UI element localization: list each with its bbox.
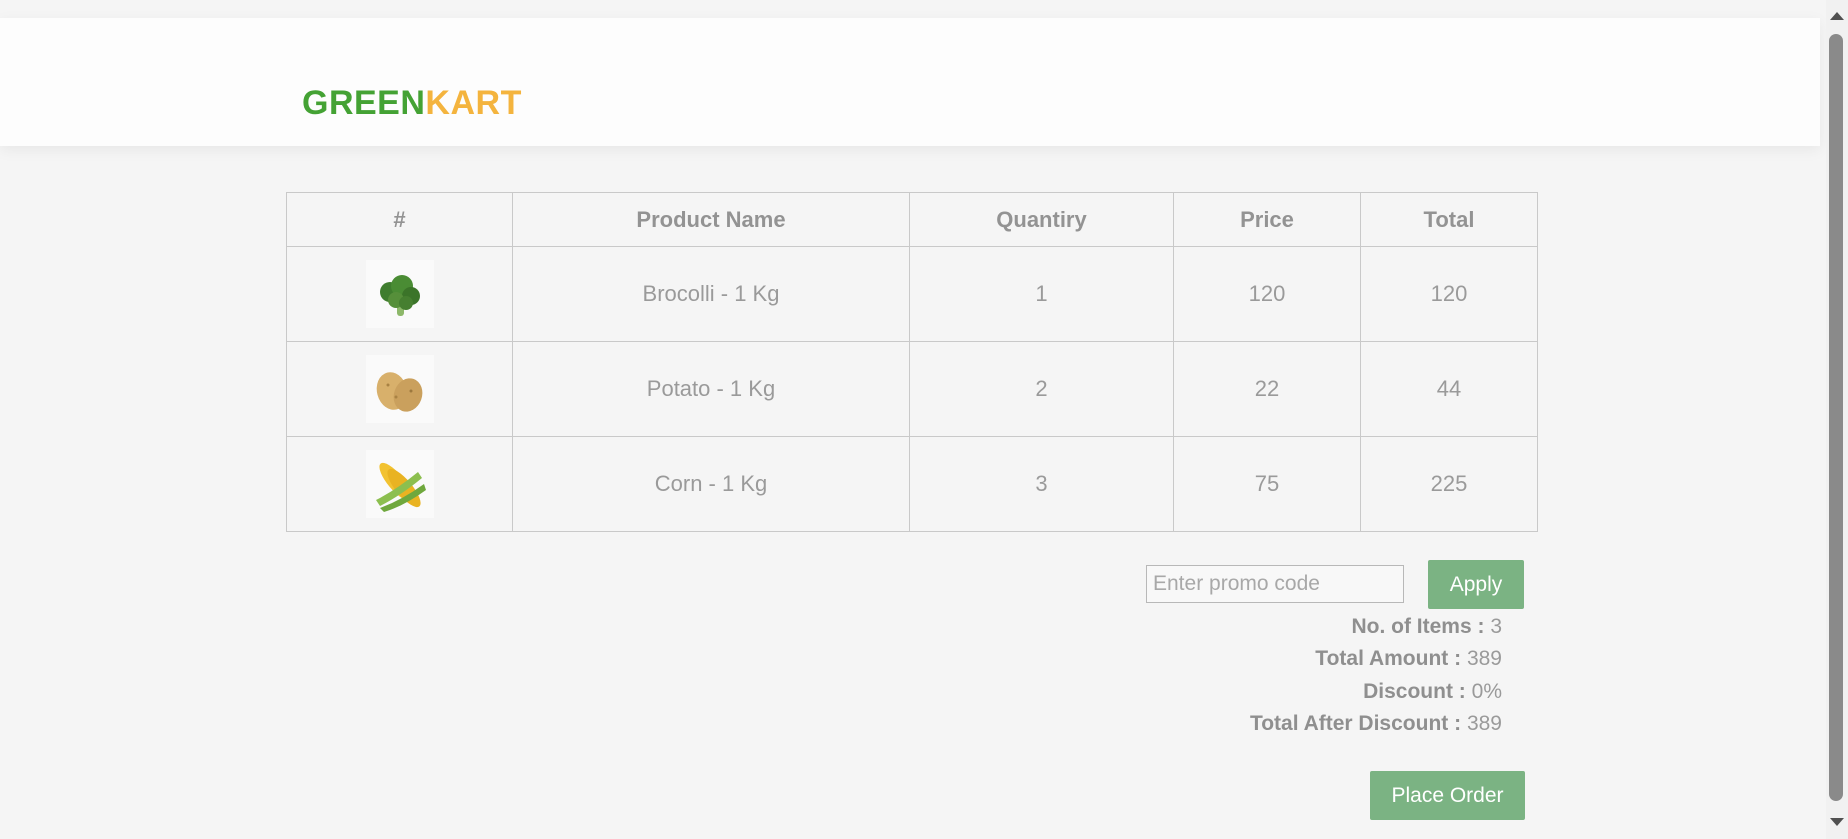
scroll-up-arrow-icon[interactable] [1830, 12, 1844, 20]
product-image-cell [286, 436, 513, 532]
quantity-cell: 2 [909, 341, 1174, 437]
column-header-price: Price [1173, 192, 1361, 247]
total-amount-label: Total Amount : [1315, 647, 1462, 670]
brand-orange-text: KART [425, 84, 522, 122]
total-amount-line: Total Amount : 389 [982, 647, 1502, 671]
total-after-discount-label: Total After Discount : [1249, 712, 1462, 735]
place-order-button[interactable]: Place Order [1370, 771, 1525, 820]
price-cell: 22 [1173, 341, 1361, 437]
brand-green-text: GREEN [302, 84, 426, 122]
column-header-product-name: Product Name [512, 192, 910, 247]
potato-image [365, 355, 434, 423]
page-viewport: GREENKART # Product Name Quantiry Price … [0, 0, 1826, 839]
table-row: Potato - 1 Kg 2 22 44 [286, 341, 1538, 437]
total-amount-value: 389 [1466, 647, 1502, 670]
total-cell: 44 [1360, 341, 1538, 437]
table-row: Brocolli - 1 Kg 1 120 120 [286, 246, 1538, 342]
product-name-cell: Potato - 1 Kg [512, 341, 910, 437]
discount-value: 0% [1471, 680, 1502, 703]
column-header-total: Total [1360, 192, 1538, 247]
table-row: Corn - 1 Kg 3 75 225 [286, 436, 1538, 532]
discount-line: Discount : 0% [982, 680, 1502, 704]
product-name-cell: Corn - 1 Kg [512, 436, 910, 532]
price-cell: 75 [1173, 436, 1361, 532]
column-header-index: # [286, 192, 513, 247]
column-header-quantity: Quantiry [909, 192, 1174, 247]
scroll-down-arrow-icon[interactable] [1830, 818, 1844, 826]
product-name-cell: Brocolli - 1 Kg [512, 246, 910, 342]
apply-promo-button[interactable]: Apply [1428, 560, 1524, 609]
total-cell: 120 [1360, 246, 1538, 342]
price-cell: 120 [1173, 246, 1361, 342]
discount-label: Discount : [1363, 680, 1466, 703]
corn-image [365, 450, 434, 518]
items-count-value: 3 [1490, 615, 1502, 638]
scrollbar-thumb[interactable] [1829, 34, 1843, 801]
total-cell: 225 [1360, 436, 1538, 532]
table-header-row: # Product Name Quantiry Price Total [286, 192, 1538, 247]
quantity-cell: 1 [909, 246, 1174, 342]
quantity-cell: 3 [909, 436, 1174, 532]
total-after-discount-line: Total After Discount : 389 [982, 712, 1502, 736]
product-image-cell [286, 246, 513, 342]
brand-logo[interactable]: GREENKART [302, 84, 522, 123]
product-image-cell [286, 341, 513, 437]
items-count-label: No. of Items : [1351, 615, 1485, 638]
items-count-line: No. of Items : 3 [982, 615, 1502, 639]
broccoli-image [365, 260, 434, 328]
promo-code-input[interactable] [1146, 565, 1404, 603]
header: GREENKART [0, 18, 1820, 146]
cart-table: # Product Name Quantiry Price Total Broc… [286, 192, 1538, 532]
total-after-discount-value: 389 [1466, 712, 1502, 735]
